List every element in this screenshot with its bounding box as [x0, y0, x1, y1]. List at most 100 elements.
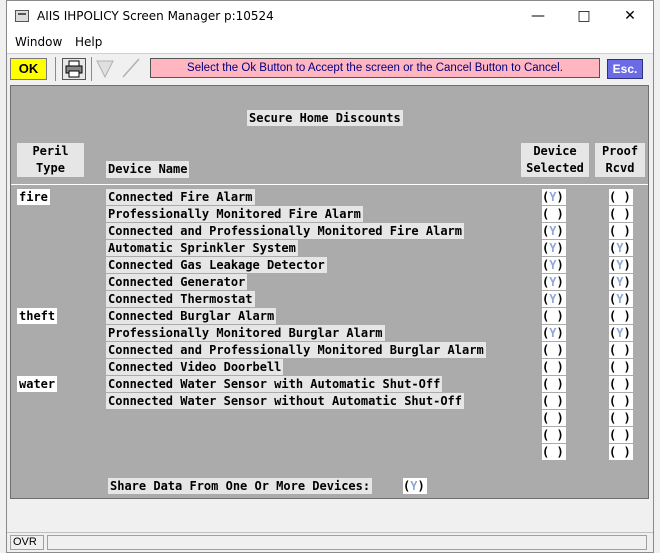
screen-manager-window: AIIS IHPOLICY Screen Manager p:10524 — □…: [6, 0, 654, 553]
peril-fire: fire: [17, 189, 50, 205]
menu-window[interactable]: Window: [15, 35, 62, 49]
column-header-device-selected: Device Selected: [521, 143, 589, 177]
device-selected-checkbox[interactable]: ( ): [542, 359, 566, 375]
column-header-proof-rcvd: Proof Rcvd: [595, 143, 645, 177]
device-selected-checkbox[interactable]: (Y): [542, 325, 566, 341]
checkbox-value: [549, 445, 556, 459]
checkbox-value: Y: [549, 190, 557, 204]
proof-received-checkbox[interactable]: ( ): [609, 410, 633, 426]
checkbox-value: Y: [549, 224, 557, 238]
proof-received-checkbox[interactable]: ( ): [609, 393, 633, 409]
checkbox-value: [549, 207, 556, 221]
checkbox-value: Y: [616, 258, 624, 272]
proof-received-checkbox[interactable]: ( ): [609, 376, 633, 392]
header-line: Selected: [526, 161, 584, 175]
form-title: Secure Home Discounts: [247, 110, 403, 126]
checkbox-value: Y: [549, 275, 557, 289]
secure-home-discounts-panel: Secure Home Discounts Peril Type Device …: [10, 85, 649, 499]
proof-received-checkbox[interactable]: ( ): [609, 359, 633, 375]
checkbox-value: [549, 377, 556, 391]
device-selected-checkbox[interactable]: (Y): [542, 189, 566, 205]
device-selected-checkbox[interactable]: (Y): [542, 291, 566, 307]
proof-received-checkbox[interactable]: (Y): [609, 240, 633, 256]
device-selected-checkbox[interactable]: ( ): [542, 444, 566, 460]
device-name: Connected Water Sensor without Automatic…: [106, 393, 465, 409]
column-header-device-name: Device Name: [106, 161, 190, 178]
menu-bar: Window Help: [7, 33, 653, 53]
device-selected-checkbox[interactable]: (Y): [542, 240, 566, 256]
proof-received-checkbox[interactable]: ( ): [609, 427, 633, 443]
checkbox-value: [549, 411, 556, 425]
proof-received-checkbox[interactable]: ( ): [609, 308, 633, 324]
device-name: Connected and Professionally Monitored F…: [106, 223, 465, 239]
proof-received-checkbox[interactable]: (Y): [609, 325, 633, 341]
proof-received-checkbox[interactable]: ( ): [609, 189, 633, 205]
toolbar-separator: [55, 57, 56, 81]
printer-icon: [65, 60, 83, 78]
menu-help[interactable]: Help: [75, 35, 102, 49]
share-data-checkbox[interactable]: (Y): [403, 478, 427, 494]
proof-received-checkbox[interactable]: (Y): [609, 257, 633, 273]
checkbox-value: [616, 411, 623, 425]
device-selected-checkbox[interactable]: ( ): [542, 376, 566, 392]
device-name: Professionally Monitored Fire Alarm: [106, 206, 363, 222]
checkbox-value: Y: [549, 258, 557, 272]
device-selected-checkbox[interactable]: ( ): [542, 393, 566, 409]
column-header-peril-type: Peril Type: [17, 143, 84, 177]
checkbox-value: Y: [616, 292, 624, 306]
window-title: AIIS IHPOLICY Screen Manager p:10524: [37, 9, 274, 23]
peril-water: water: [17, 376, 58, 392]
device-name: Connected Burglar Alarm: [106, 308, 277, 324]
device-selected-checkbox[interactable]: (Y): [542, 223, 566, 239]
minimize-button[interactable]: —: [515, 1, 561, 33]
table-divider: [11, 184, 648, 185]
device-selected-checkbox[interactable]: ( ): [542, 427, 566, 443]
proof-received-checkbox[interactable]: ( ): [609, 342, 633, 358]
checkbox-value: Y: [410, 479, 418, 493]
device-name: Connected Video Doorbell: [106, 359, 284, 375]
checkbox-value: Y: [549, 241, 557, 255]
checkbox-value: Y: [616, 326, 624, 340]
checkbox-value: [616, 428, 623, 442]
checkbox-value: [549, 309, 556, 323]
print-button[interactable]: [62, 58, 86, 80]
disabled-shape-icon: [96, 60, 114, 79]
app-icon: [15, 10, 29, 22]
device-selected-checkbox[interactable]: ( ): [542, 206, 566, 222]
escape-button[interactable]: Esc.: [607, 59, 643, 79]
device-name: Connected Fire Alarm: [106, 189, 255, 205]
device-selected-checkbox[interactable]: (Y): [542, 257, 566, 273]
header-line: Proof: [601, 144, 639, 158]
close-button[interactable]: ✕: [607, 1, 653, 33]
checkbox-value: [616, 394, 623, 408]
checkbox-value: [549, 343, 556, 357]
device-name: Connected Thermostat: [106, 291, 255, 307]
proof-received-checkbox[interactable]: ( ): [609, 206, 633, 222]
header-line: Device: [533, 144, 577, 158]
device-name: Professionally Monitored Burglar Alarm: [106, 325, 385, 341]
device-selected-checkbox[interactable]: (Y): [542, 274, 566, 290]
checkbox-value: [616, 224, 623, 238]
share-data-label: Share Data From One Or More Devices:: [108, 478, 373, 494]
instruction-message: Select the Ok Button to Accept the scree…: [150, 58, 600, 78]
maximize-button[interactable]: □: [561, 1, 607, 33]
proof-received-checkbox[interactable]: ( ): [609, 444, 633, 460]
toolbar-separator: [91, 57, 92, 81]
status-bar: OVR: [7, 532, 653, 552]
checkbox-value: [549, 360, 556, 374]
proof-received-checkbox[interactable]: ( ): [609, 223, 633, 239]
proof-received-checkbox[interactable]: (Y): [609, 291, 633, 307]
checkbox-value: [616, 207, 623, 221]
device-name: Connected and Professionally Monitored B…: [106, 342, 486, 358]
device-name: Connected Generator: [106, 274, 248, 290]
ok-button[interactable]: OK: [10, 58, 47, 80]
peril-theft: theft: [17, 308, 58, 324]
checkbox-value: [616, 360, 623, 374]
device-selected-checkbox[interactable]: ( ): [542, 308, 566, 324]
device-selected-checkbox[interactable]: ( ): [542, 342, 566, 358]
device-selected-checkbox[interactable]: ( ): [542, 410, 566, 426]
checkbox-value: Y: [616, 241, 624, 255]
toolbar: OK Select the Ok Button to Accept the sc…: [7, 53, 653, 83]
status-field: [47, 535, 647, 550]
proof-received-checkbox[interactable]: (Y): [609, 274, 633, 290]
